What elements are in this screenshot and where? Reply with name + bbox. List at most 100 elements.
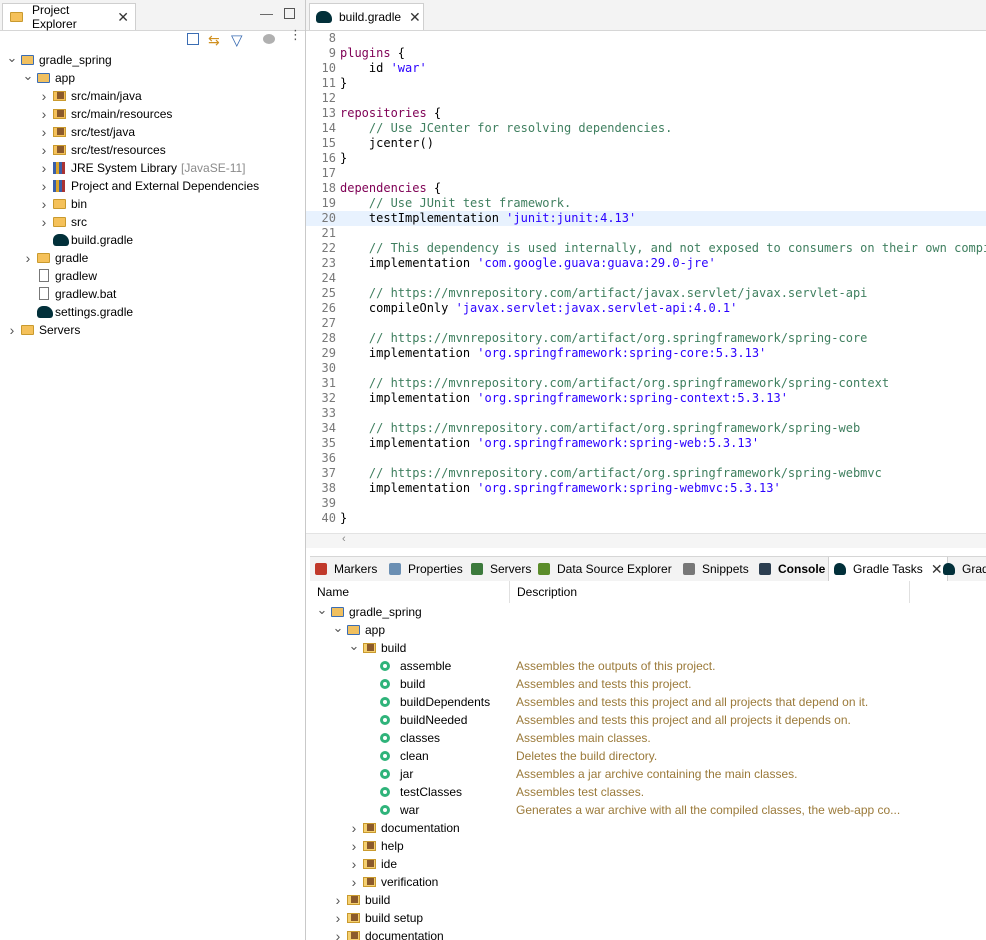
tree-item[interactable]: build.gradle — [38, 231, 133, 249]
code-line[interactable]: 13 repositories { — [306, 106, 986, 121]
code-line[interactable]: 38 implementation 'org.springframework:s… — [306, 481, 986, 496]
minimize-icon[interactable]: — — [260, 6, 273, 21]
code-line[interactable]: 37 // https://mvnrepository.com/artifact… — [306, 466, 986, 481]
code-line[interactable]: 20 testImplementation 'junit:junit:4.13' — [306, 211, 986, 226]
close-icon[interactable]: ✕ — [931, 562, 943, 576]
chevron-down-icon[interactable]: ⌄ — [6, 50, 18, 65]
code-line[interactable]: 16} — [306, 151, 986, 166]
gradle-task-row[interactable]: war — [364, 801, 419, 819]
tab-servers[interactable]: Servers — [470, 557, 531, 581]
code-line[interactable]: 25 // https://mvnrepository.com/artifact… — [306, 286, 986, 301]
code-line[interactable]: 10 id 'war' — [306, 61, 986, 76]
tree-item[interactable]: gradlew — [22, 267, 97, 285]
gradle-group-row[interactable]: › documentation — [332, 927, 444, 940]
gradle-group-row[interactable]: › documentation — [348, 819, 460, 837]
column-header-name[interactable]: Name — [310, 581, 510, 603]
tree-item[interactable]: › bin — [38, 195, 87, 213]
maximize-icon[interactable] — [284, 8, 295, 19]
tree-item[interactable]: settings.gradle — [22, 303, 133, 321]
gradle-group-row[interactable]: ⌄ build — [348, 638, 407, 657]
code-line[interactable]: 18 dependencies { — [306, 181, 986, 196]
chevron-right-icon[interactable]: › — [38, 196, 50, 212]
tab-markers[interactable]: Markers — [314, 557, 377, 581]
code-line[interactable]: 9 plugins { — [306, 46, 986, 61]
code-line[interactable]: 17 — [306, 166, 986, 181]
tree-item[interactable]: › src — [38, 213, 87, 231]
horizontal-scrollbar[interactable]: ‹ — [306, 533, 986, 548]
tree-item[interactable]: gradlew.bat — [22, 285, 116, 303]
code-line[interactable]: 36 — [306, 451, 986, 466]
chevron-right-icon[interactable]: › — [38, 178, 50, 194]
chevron-down-icon[interactable]: ⌄ — [348, 638, 360, 653]
tree-item[interactable]: › src/test/resources — [38, 141, 166, 159]
chevron-right-icon[interactable]: › — [348, 874, 360, 890]
code-line[interactable]: 26 compileOnly 'javax.servlet:javax.serv… — [306, 301, 986, 316]
link-with-editor-icon[interactable]: ⇆ — [208, 32, 220, 49]
chevron-right-icon[interactable]: › — [38, 124, 50, 140]
gradle-task-row[interactable]: clean — [364, 747, 429, 765]
code-line[interactable]: 31 // https://mvnrepository.com/artifact… — [306, 376, 986, 391]
code-line[interactable]: 39 — [306, 496, 986, 511]
tab-project-explorer[interactable]: Project Explorer ✕ — [2, 3, 136, 31]
tab-console[interactable]: Console — [758, 557, 825, 581]
column-header-description[interactable]: Description — [510, 581, 910, 603]
gradle-group-row[interactable]: › build setup — [332, 909, 423, 927]
gradle-task-row[interactable]: assemble — [364, 657, 451, 675]
gradle-group-row[interactable]: › ide — [348, 855, 397, 873]
code-line[interactable]: 30 — [306, 361, 986, 376]
code-line[interactable]: 24 — [306, 271, 986, 286]
code-line[interactable]: 35 implementation 'org.springframework:s… — [306, 436, 986, 451]
chevron-right-icon[interactable]: › — [6, 322, 18, 338]
chevron-right-icon[interactable]: › — [38, 160, 50, 176]
code-line[interactable]: 14 // Use JCenter for resolving dependen… — [306, 121, 986, 136]
tab-properties[interactable]: Properties — [388, 557, 463, 581]
scroll-left-icon[interactable]: ‹ — [342, 533, 346, 545]
chevron-right-icon[interactable]: › — [348, 856, 360, 872]
chevron-right-icon[interactable]: › — [332, 928, 344, 940]
tree-item[interactable]: › Project and External Dependencies — [38, 177, 259, 195]
code-line[interactable]: 28 // https://mvnrepository.com/artifact… — [306, 331, 986, 346]
code-line[interactable]: 12 — [306, 91, 986, 106]
tab-build-gradle[interactable]: build.gradle ✕ — [309, 3, 424, 30]
code-line[interactable]: 34 // https://mvnrepository.com/artifact… — [306, 421, 986, 436]
tree-item[interactable]: › src/main/java — [38, 87, 142, 105]
code-line[interactable]: 33 — [306, 406, 986, 421]
chevron-right-icon[interactable]: › — [348, 838, 360, 854]
code-line[interactable]: 8 — [306, 31, 986, 46]
tree-item[interactable]: ⌄ app — [22, 68, 75, 87]
code-line[interactable]: 21 — [306, 226, 986, 241]
chevron-down-icon[interactable]: ⌄ — [316, 602, 328, 617]
gradle-task-row[interactable]: buildDependents — [364, 693, 490, 711]
tree-item[interactable]: › Servers — [6, 321, 81, 339]
chevron-right-icon[interactable]: › — [38, 142, 50, 158]
gradle-group-row[interactable]: › build — [332, 891, 391, 909]
gradle-task-row[interactable]: buildNeeded — [364, 711, 467, 729]
chevron-right-icon[interactable]: › — [38, 88, 50, 104]
tab-data-source-explorer[interactable]: Data Source Explorer — [537, 557, 672, 581]
code-editor[interactable]: 8 9 plugins {10 id 'war' 11} 12 13 repositorie… — [306, 31, 986, 533]
gradle-group-row[interactable]: › verification — [348, 873, 439, 891]
close-icon[interactable]: ✕ — [409, 10, 421, 24]
chevron-down-icon[interactable]: ⌄ — [332, 620, 344, 635]
chevron-right-icon[interactable]: › — [332, 910, 344, 926]
gradle-task-row[interactable]: jar — [364, 765, 413, 783]
tab-gradle-tasks[interactable]: Gradle Tasks ✕ — [828, 557, 948, 581]
code-line[interactable]: 11} — [306, 76, 986, 91]
code-line[interactable]: 22 // This dependency is used internally… — [306, 241, 986, 256]
chevron-down-icon[interactable]: ⌄ — [22, 68, 34, 83]
code-line[interactable]: 27 — [306, 316, 986, 331]
gradle-task-row[interactable]: build — [364, 675, 425, 693]
sync-icon[interactable] — [263, 34, 275, 44]
chevron-right-icon[interactable]: › — [22, 250, 34, 266]
code-line[interactable]: 15 jcenter() — [306, 136, 986, 151]
chevron-right-icon[interactable]: › — [38, 106, 50, 122]
tree-item[interactable]: › gradle — [22, 249, 89, 267]
tree-item[interactable]: › JRE System Library [JavaSE-11] — [38, 159, 246, 177]
gradle-task-row[interactable]: testClasses — [364, 783, 462, 801]
tab-grad[interactable]: Grad — [942, 557, 986, 581]
code-line[interactable]: 19 // Use JUnit test framework. — [306, 196, 986, 211]
code-line[interactable]: 29 implementation 'org.springframework:s… — [306, 346, 986, 361]
chevron-right-icon[interactable]: › — [38, 214, 50, 230]
collapse-all-icon[interactable] — [187, 33, 199, 45]
code-line[interactable]: 32 implementation 'org.springframework:s… — [306, 391, 986, 406]
